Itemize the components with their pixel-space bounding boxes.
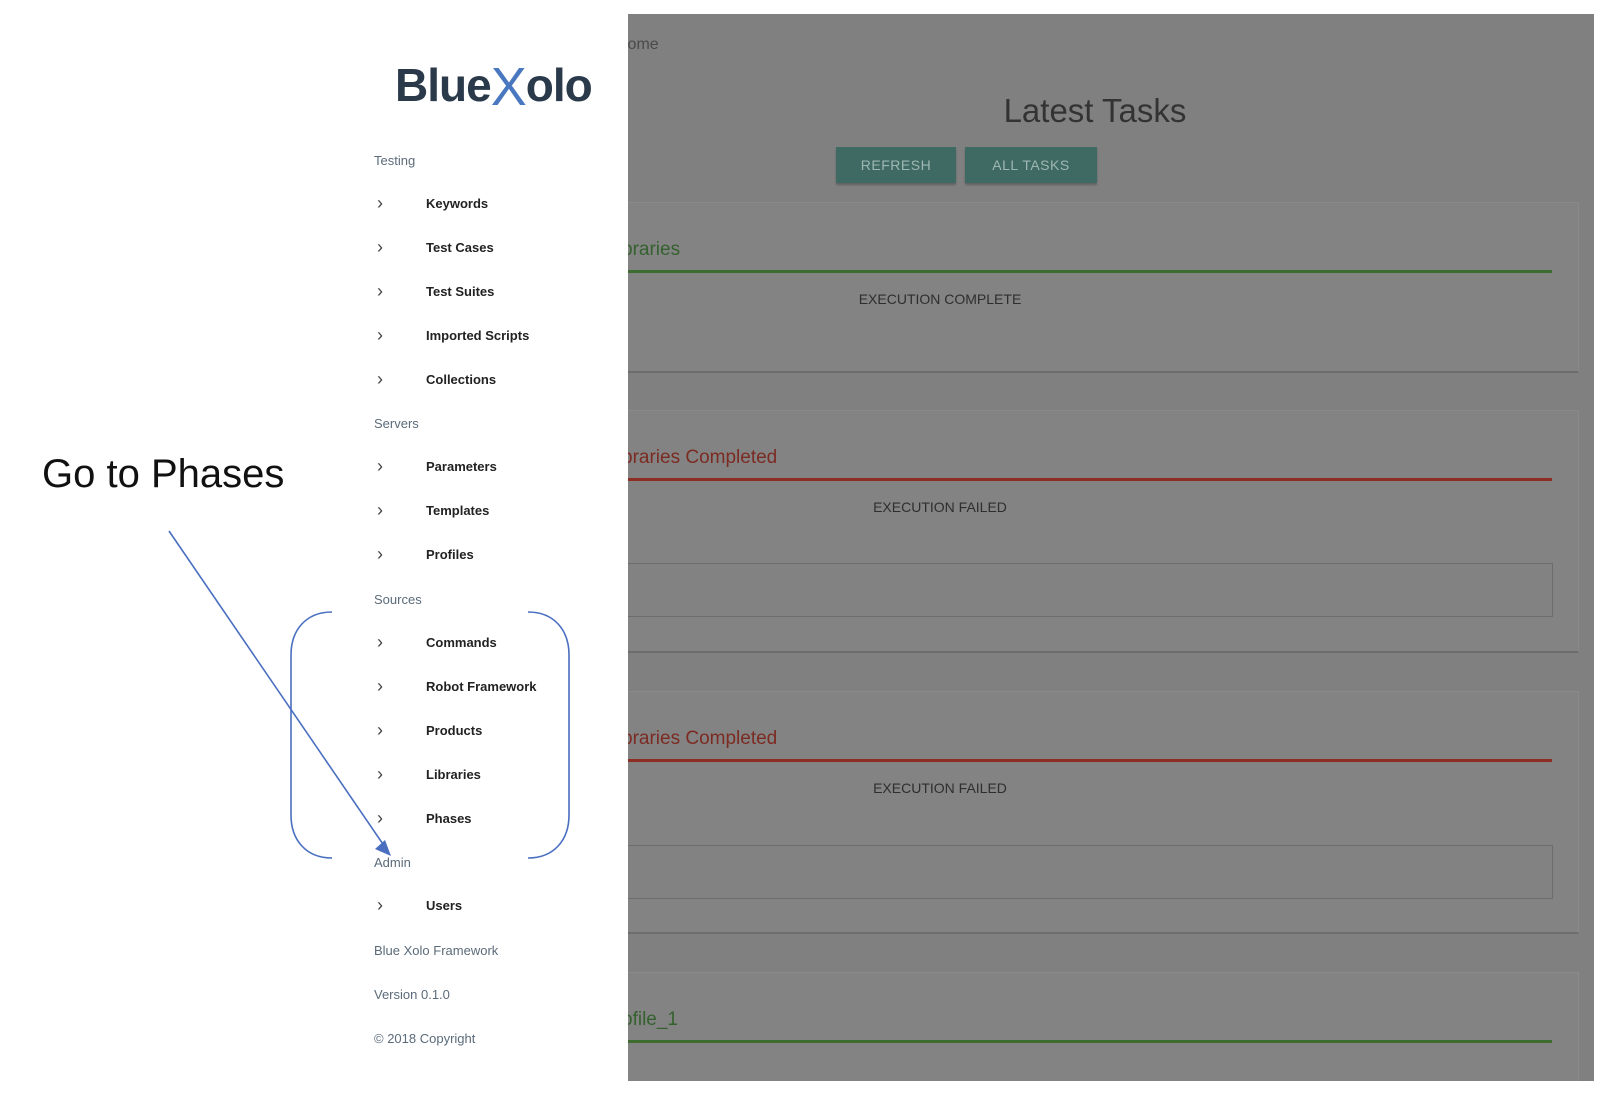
sidebar-item-label: Test Suites [426,284,495,299]
section-admin: Admin [374,855,411,870]
sidebar-item-label: Test Cases [426,240,494,255]
all-tasks-button[interactable]: ALL TASKS [965,147,1097,183]
sidebar-item-label: Parameters [426,459,497,474]
section-servers: Servers [374,416,419,431]
sidebar-item-test-cases[interactable]: › Test Cases [365,233,605,263]
sidebar-item-label: Profiles [426,547,474,562]
footer-version: Version 0.1.0 [374,987,450,1002]
status-line [628,270,1552,273]
chevron-right-icon: › [377,808,383,828]
breadcrumb[interactable]: Home [628,36,659,54]
sidebar-item-label: Collections [426,372,497,387]
task-details-box [628,563,1553,617]
status-line [628,759,1552,762]
main-content: Home Latest Tasks REFRESH ALL TASKS brar… [628,14,1594,1081]
bluexolo-logo: BlueXolo [395,57,593,117]
chevron-right-icon: › [377,676,383,696]
chevron-right-icon: › [377,500,383,520]
sidebar-item-collections[interactable]: › Collections [365,365,605,395]
sidebar-item-label: Users [426,898,463,913]
arrow-line [168,530,388,851]
task-card[interactable]: ofile_1 [628,972,1579,1081]
chevron-right-icon: › [377,764,383,784]
task-status: EXECUTION FAILED [873,499,1007,515]
sidebar-item-label: Templates [426,503,490,518]
sidebar-item-imported-scripts[interactable]: › Imported Scripts [365,321,605,351]
chevron-right-icon: › [377,895,383,915]
sidebar: BlueXolo Testing › Keywords › Test Cases ›… [365,0,625,1098]
status-line [628,1040,1552,1043]
sidebar-item-label: Imported Scripts [426,328,530,343]
sidebar-item-label: Robot Framework [426,679,537,694]
task-title: ofile_1 [628,1009,678,1030]
footer-copyright: © 2018 Copyright [374,1031,476,1046]
task-status: EXECUTION FAILED [873,780,1007,796]
task-title: braries Completed [628,728,778,749]
sidebar-item-keywords[interactable]: › Keywords [365,189,605,219]
chevron-right-icon: › [377,456,383,476]
page-title: Latest Tasks [1003,92,1187,129]
sidebar-item-libraries[interactable]: › Libraries [365,760,605,790]
task-title: braries [628,239,681,260]
chevron-right-icon: › [377,325,383,345]
status-line [628,478,1552,481]
task-card[interactable]: braries EXECUTION COMPLETE [628,202,1579,373]
sidebar-item-templates[interactable]: › Templates [365,496,605,526]
sidebar-item-products[interactable]: › Products [365,716,605,746]
sidebar-item-profiles[interactable]: › Profiles [365,540,605,570]
chevron-right-icon: › [377,720,383,740]
sidebar-item-label: Phases [426,811,472,826]
sidebar-item-phases[interactable]: › Phases [365,804,605,834]
chevron-right-icon: › [377,193,383,213]
chevron-right-icon: › [377,281,383,301]
left-bracket [290,611,333,859]
sidebar-item-label: Products [426,723,483,738]
refresh-button[interactable]: REFRESH [836,147,956,183]
task-title: braries Completed [628,447,778,468]
task-card[interactable]: braries Completed EXECUTION FAILED [628,691,1579,934]
chevron-right-icon: › [377,237,383,257]
sidebar-item-users[interactable]: › Users [365,891,605,921]
sidebar-item-label: Commands [426,635,497,650]
section-testing: Testing [374,153,416,168]
sidebar-item-parameters[interactable]: › Parameters [365,452,605,482]
sidebar-item-label: Keywords [426,196,489,211]
sidebar-item-test-suites[interactable]: › Test Suites [365,277,605,307]
task-status: EXECUTION COMPLETE [858,291,1022,307]
task-details-box [628,845,1553,899]
sidebar-item-robot-framework[interactable]: › Robot Framework [365,672,605,702]
task-card[interactable]: braries Completed EXECUTION FAILED [628,410,1579,653]
chevron-right-icon: › [377,632,383,652]
annotation-label: Go to Phases [42,452,285,496]
chevron-right-icon: › [377,544,383,564]
footer-framework: Blue Xolo Framework [374,943,499,958]
sidebar-item-commands[interactable]: › Commands [365,628,605,658]
section-sources: Sources [374,592,422,607]
chevron-right-icon: › [377,369,383,389]
sidebar-item-label: Libraries [426,767,481,782]
